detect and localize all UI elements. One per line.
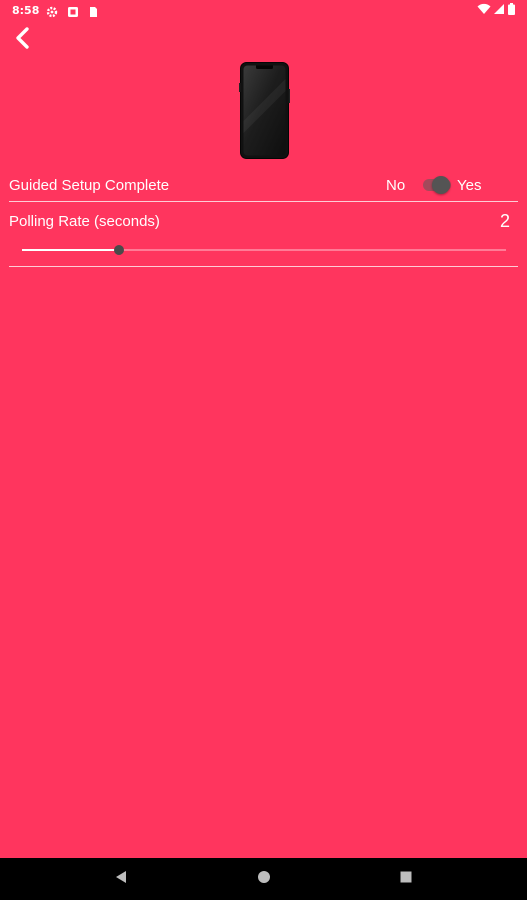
nav-home-button[interactable]: [255, 870, 273, 888]
settings-screen: 8:58 Guided Setup Complete No Yes Pollin…: [0, 0, 527, 900]
wifi-icon: [477, 2, 491, 20]
switch-thumb: [432, 176, 450, 194]
divider: [9, 266, 518, 267]
gear-icon: [46, 5, 58, 18]
home-circle-icon: [257, 870, 271, 889]
slider-thumb[interactable]: [113, 245, 124, 255]
slider-fill: [22, 249, 119, 251]
back-button[interactable]: [6, 24, 40, 56]
navigation-bar: [0, 858, 527, 900]
recents-square-icon: [399, 870, 413, 889]
back-triangle-icon: [114, 870, 128, 889]
guided-setup-label: Guided Setup Complete: [9, 177, 170, 194]
battery-icon: [508, 2, 515, 20]
screenshot-icon: [67, 5, 79, 17]
nav-recents-button[interactable]: [397, 870, 415, 888]
phone-icon: [239, 61, 290, 160]
guided-setup-switch[interactable]: [421, 175, 453, 195]
sim-card-icon: [87, 5, 99, 17]
status-bar: 8:58: [0, 0, 527, 24]
divider: [9, 201, 518, 202]
status-time: 8:58: [12, 4, 40, 17]
signal-icon: [494, 2, 505, 20]
polling-rate-value: 2: [499, 211, 510, 231]
toggle-on-label: Yes: [457, 177, 482, 194]
polling-rate-label: Polling Rate (seconds): [9, 213, 160, 230]
polling-rate-slider[interactable]: [22, 240, 506, 260]
nav-back-button[interactable]: [112, 870, 130, 888]
chevron-left-icon: [13, 26, 33, 55]
toggle-off-label: No: [386, 177, 406, 194]
status-right-icons: [477, 2, 515, 20]
